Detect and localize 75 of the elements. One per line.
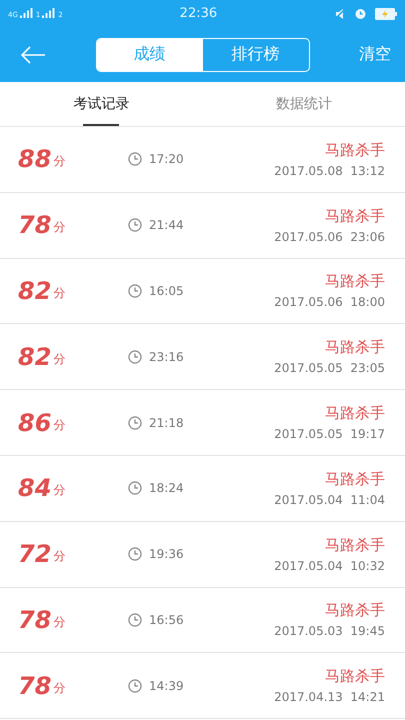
clock-icon — [128, 547, 142, 562]
user-name: 马路杀手 — [325, 667, 385, 686]
duration-text: 19:36 — [149, 547, 184, 562]
score-unit: 分 — [53, 416, 66, 434]
clock-icon — [128, 218, 142, 232]
record-row[interactable]: 78 分 14:39 马路杀手 2017.04.13 14:21 — [0, 653, 405, 720]
record-row[interactable]: 82 分 16:05 马路杀手 2017.05.06 18:00 — [0, 258, 405, 324]
clock-icon — [128, 416, 142, 430]
duration-text: 21:44 — [149, 218, 184, 232]
record-date: 2017.05.08 13:12 — [274, 164, 385, 178]
score-value: 82 — [18, 276, 52, 305]
user-name: 马路杀手 — [325, 470, 385, 489]
signal-icon — [20, 8, 34, 19]
segment-tab[interactable]: 成绩 — [96, 38, 202, 70]
record-date: 2017.05.06 18:00 — [274, 295, 385, 310]
clock-icon — [128, 350, 142, 364]
record-date: 2017.04.13 14:21 — [274, 690, 385, 704]
record-row[interactable]: 88 分 17:20 马路杀手 2017.05.08 13:12 — [0, 127, 405, 193]
segment-tab[interactable]: 排行榜 — [202, 38, 308, 70]
duration-text: 16:05 — [149, 284, 184, 298]
record-date: 2017.05.05 23:05 — [274, 361, 385, 376]
score-unit: 分 — [53, 284, 66, 302]
user-name: 马路杀手 — [325, 272, 385, 292]
battery-icon — [374, 8, 397, 20]
user-name: 马路杀手 — [325, 338, 385, 358]
user-name: 马路杀手 — [325, 206, 385, 226]
score-unit: 分 — [53, 548, 66, 566]
record-date: 2017.05.03 19:45 — [274, 624, 385, 638]
record-date: 2017.05.04 10:32 — [274, 558, 385, 573]
score-value: 78 — [18, 672, 52, 700]
record-date: 2017.05.06 23:06 — [274, 230, 385, 244]
signal-icon — [42, 8, 56, 19]
record-row[interactable]: 78 分 16:56 马路杀手 2017.05.03 19:45 — [0, 588, 405, 654]
user-name: 马路杀手 — [325, 536, 385, 555]
score-value: 84 — [18, 474, 52, 502]
duration-text: 17:20 — [149, 152, 184, 166]
record-row[interactable]: 78 分 21:44 马路杀手 2017.05.06 23:06 — [0, 192, 405, 259]
back-icon[interactable] — [20, 44, 46, 64]
duration-text: 16:56 — [149, 612, 184, 627]
score-unit: 分 — [53, 350, 66, 368]
score-unit: 分 — [53, 680, 66, 697]
score-value: 78 — [18, 606, 52, 634]
record-row[interactable]: 86 分 21:18 马路杀手 2017.05.05 19:17 — [0, 390, 405, 456]
score-value: 88 — [18, 145, 52, 174]
clock-icon — [128, 612, 142, 627]
clock-time: 22:36 — [180, 6, 218, 21]
record-date: 2017.05.05 19:17 — [274, 427, 385, 442]
tab[interactable]: 考试记录 — [0, 82, 202, 126]
score-value: 86 — [18, 408, 52, 437]
score-value: 78 — [18, 211, 52, 240]
duration-text: 14:39 — [149, 678, 184, 693]
alarm-icon — [354, 7, 367, 20]
score-unit: 分 — [53, 482, 66, 500]
duration-text: 21:18 — [149, 416, 184, 430]
score-value: 72 — [18, 540, 52, 568]
clock-icon — [128, 152, 142, 166]
duration-text: 23:16 — [149, 350, 184, 364]
record-date: 2017.05.04 11:04 — [274, 492, 385, 507]
record-row[interactable]: 84 分 18:24 马路杀手 2017.05.04 11:04 — [0, 456, 405, 522]
tab[interactable]: 数据统计 — [202, 82, 405, 126]
record-row[interactable]: 82 分 23:16 马路杀手 2017.05.05 23:05 — [0, 324, 405, 390]
record-row[interactable]: 72 分 19:36 马路杀手 2017.05.04 10:32 — [0, 522, 405, 588]
clock-icon — [128, 678, 142, 693]
user-name: 马路杀手 — [325, 601, 385, 620]
duration-text: 18:24 — [149, 481, 184, 496]
score-unit: 分 — [53, 614, 66, 631]
score-value: 82 — [18, 342, 52, 371]
user-name: 马路杀手 — [325, 404, 385, 424]
mute-icon — [334, 8, 346, 20]
clear-button[interactable]: 清空 — [359, 44, 391, 65]
score-unit: 分 — [53, 153, 66, 170]
clock-icon — [128, 284, 142, 298]
clock-icon — [128, 481, 142, 496]
user-name: 马路杀手 — [325, 140, 385, 160]
score-unit: 分 — [53, 219, 66, 236]
